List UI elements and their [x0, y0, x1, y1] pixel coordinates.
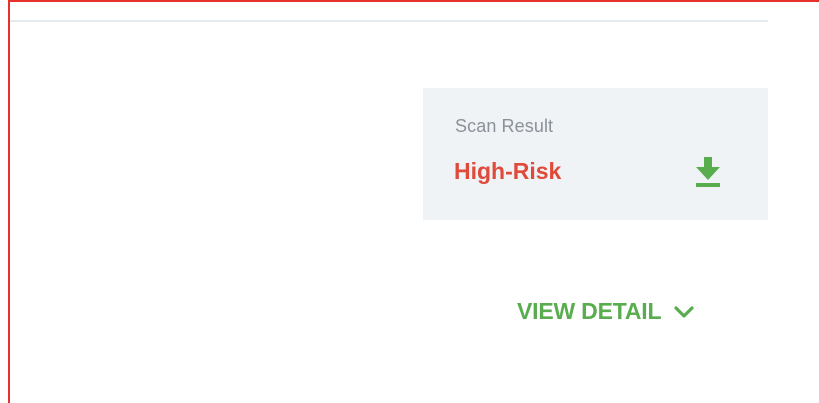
view-detail-toggle[interactable]: VIEW DETAIL — [517, 298, 695, 325]
download-icon — [696, 157, 720, 187]
frame-border-top — [8, 0, 819, 2]
view-detail-label: VIEW DETAIL — [517, 298, 662, 324]
chevron-down-icon — [674, 305, 694, 318]
section-divider — [10, 20, 768, 22]
scan-result-value: High-Risk — [454, 158, 562, 184]
page-frame: Scan Result High-Risk VIEW DETAIL — [0, 0, 819, 403]
scan-result-card: Scan Result High-Risk — [423, 88, 768, 220]
scan-result-label: Scan Result — [455, 116, 554, 136]
frame-border-left — [8, 0, 10, 403]
download-button[interactable] — [691, 152, 725, 188]
